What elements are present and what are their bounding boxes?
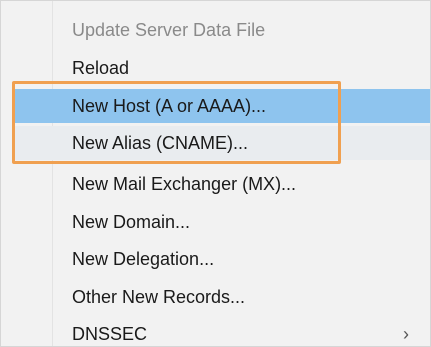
menu-item-label: New Host (A or AAAA)... [72, 96, 267, 116]
menu-item-new-host[interactable]: New Host (A or AAAA)... [13, 89, 430, 123]
menu-item-label: New Domain... [72, 212, 191, 232]
menu-item-dnssec[interactable]: DNSSEC › [13, 317, 430, 347]
menu-item-label: New Mail Exchanger (MX)... [72, 174, 297, 194]
menu-item-label: New Alias (CNAME)... [72, 133, 249, 153]
menu-item-new-mail-exchanger[interactable]: New Mail Exchanger (MX)... [13, 167, 430, 201]
menu-item-label: Update Server Data File [72, 20, 266, 40]
menu-item-label: Reload [72, 58, 130, 78]
menu-item-label: New Delegation... [72, 249, 215, 269]
menu-item-label: DNSSEC [72, 324, 148, 344]
chevron-right-icon: › [403, 324, 409, 344]
menu-item-new-domain[interactable]: New Domain... [13, 205, 430, 239]
menu-item-reload[interactable]: Reload [13, 51, 430, 85]
menu-item-label: Other New Records... [72, 287, 246, 307]
menu-item-other-new-records[interactable]: Other New Records... [13, 280, 430, 314]
menu-item-update-server-data-file: Update Server Data File [13, 13, 430, 47]
menu-item-new-alias[interactable]: New Alias (CNAME)... [13, 126, 430, 160]
menu-item-new-delegation[interactable]: New Delegation... [13, 242, 430, 276]
context-menu: Update Server Data File Reload New Host … [0, 0, 431, 347]
